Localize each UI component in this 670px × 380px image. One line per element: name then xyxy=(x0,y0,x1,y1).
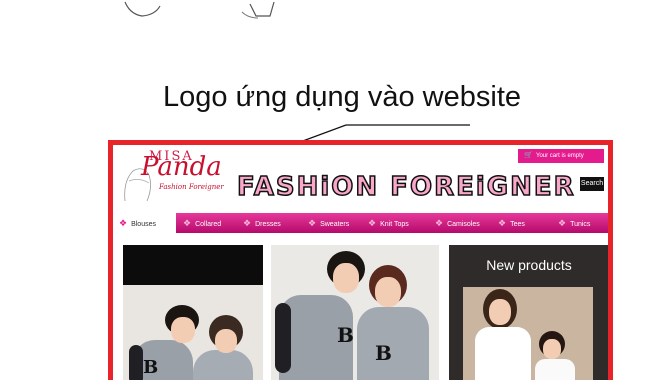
face-shape xyxy=(171,317,195,343)
sleeve-shape xyxy=(129,345,143,380)
nav-item-tees[interactable]: ❖ Tees xyxy=(498,213,525,233)
jacket-letter: B xyxy=(375,341,392,365)
banner-photo-1[interactable]: B xyxy=(123,245,263,380)
jacket-letter: B xyxy=(337,323,354,347)
bow-icon: ❖ xyxy=(368,218,377,228)
face-shape xyxy=(215,329,237,353)
banner-photo-2[interactable]: B B xyxy=(271,245,439,380)
sketch-fragment xyxy=(124,1,275,19)
face-shape xyxy=(375,277,401,307)
sleeve-shape xyxy=(275,303,291,373)
face-shape xyxy=(489,299,511,325)
jacket-shape xyxy=(357,307,429,380)
nav-item-knit-tops[interactable]: ❖ Knit Tops xyxy=(368,213,409,233)
cart-text: Your cart is empty xyxy=(536,153,584,159)
face-shape xyxy=(333,263,359,293)
bow-icon: ❖ xyxy=(558,218,567,228)
face-shape xyxy=(543,339,561,359)
brand-title: FASHiON FOREiGNER xyxy=(236,171,576,203)
cart-status[interactable]: 🛒 Your cart is empty xyxy=(518,149,604,163)
nav-item-blouses[interactable]: ❖ Blouses xyxy=(119,213,156,233)
logo-panda-text: Panda xyxy=(141,152,222,182)
photo-dark-band xyxy=(123,245,263,285)
nav-item-camisoles[interactable]: ❖ Camisoles xyxy=(435,213,480,233)
bow-icon: ❖ xyxy=(119,218,128,228)
bow-icon: ❖ xyxy=(435,218,444,228)
nav-item-collared[interactable]: ❖ Collared xyxy=(183,213,221,233)
bow-icon: ❖ xyxy=(308,218,317,228)
website-mockup: MISA Panda Fashion Foreigner 🛒 Your cart… xyxy=(108,140,613,380)
logo-tagline: Fashion Foreigner xyxy=(159,183,224,191)
new-product-photo[interactable] xyxy=(463,287,593,380)
cart-icon: 🛒 xyxy=(524,152,533,159)
nav-item-tunics[interactable]: ❖ Tunics xyxy=(558,213,590,233)
new-products-panel: New products xyxy=(449,245,608,380)
new-products-title: New products xyxy=(486,257,572,273)
nav-item-blouses-wrapper: ❖ Blouses xyxy=(113,213,176,233)
dress-shape xyxy=(475,327,531,380)
jacket-shape xyxy=(193,350,253,380)
bow-icon: ❖ xyxy=(498,218,507,228)
logo-caption: Logo ứng dụng vào website xyxy=(163,81,522,113)
category-nav: ❖ Blouses ❖ Collared ❖ Dresses ❖ Sweaters ❖ K… xyxy=(113,213,608,233)
search-button[interactable]: Search xyxy=(580,177,604,191)
bow-icon: ❖ xyxy=(183,218,192,228)
bow-icon: ❖ xyxy=(243,218,252,228)
site-logo[interactable]: MISA Panda Fashion Foreigner xyxy=(119,147,239,207)
jacket-letter: B xyxy=(143,357,159,378)
nav-item-dresses[interactable]: ❖ Dresses xyxy=(243,213,281,233)
nav-item-sweaters[interactable]: ❖ Sweaters xyxy=(308,213,349,233)
